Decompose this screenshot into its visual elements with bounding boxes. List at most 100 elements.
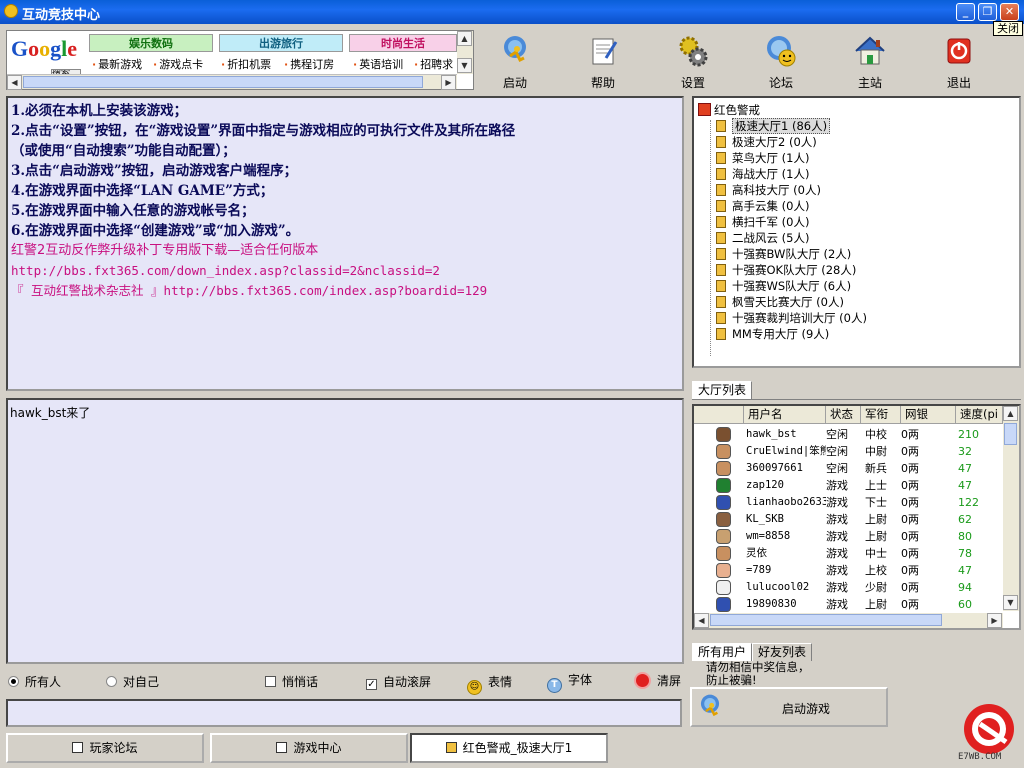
scroll-down-icon[interactable]: ▼ [457,58,472,73]
site-logo[interactable] [962,702,1016,756]
room-tree[interactable]: 红色警戒 极速大厅1 (86人) 极速大厅2 (0人) 菜鸟大厅 (1人) 海战… [692,96,1021,368]
room-item[interactable]: 十强赛裁判培训大厅 (0人) [716,310,867,326]
scroll-left-icon[interactable]: ◀ [7,75,22,90]
scroll-up-icon[interactable]: ▲ [457,31,472,46]
column-header-avatar[interactable] [694,406,744,424]
ad-link[interactable]: 招聘求 [414,56,457,72]
ad-link[interactable]: 游戏点卡 [153,56,203,72]
room-item[interactable]: 高科技大厅 (0人) [716,182,821,198]
announcement-panel[interactable]: 1.必须在本机上安装该游戏； 2.点击“设置”按钮，在“游戏设置”界面中指定与游… [6,96,684,391]
column-header-speed[interactable]: 速度(pi [956,406,1003,424]
user-row[interactable]: 灵依 游戏 中士 0两 78 [694,545,1004,562]
tab-current-room[interactable]: 红色警戒_极速大厅1 [410,733,608,763]
scroll-down-icon[interactable]: ▼ [1003,595,1018,610]
exit-tool-label: 退出 [946,76,971,90]
user-row[interactable]: KL_SKB 游戏 上尉 0两 62 [694,511,1004,528]
emote-button[interactable]: ☺ 表情 [467,674,512,695]
tactics-forum-link[interactable]: 『 互动红警战术杂志社 』http://bbs.fxt365.com/index… [11,281,679,301]
ad-link[interactable]: 英语培训 [353,56,403,72]
autoscroll-checkbox[interactable]: ✓ 自动滚屏 [366,674,431,690]
ad-link[interactable]: 折扣机票 [221,56,271,72]
home-tool-button[interactable]: 主站 [842,34,898,91]
tab-friends[interactable]: 好友列表 [752,643,813,661]
user-list-vertical-scrollbar[interactable]: ▲ ▼ [1003,406,1019,611]
whisper-checkbox[interactable]: 悄悄话 [265,674,318,690]
ad-banner[interactable]: Google 搜索 娱乐数码 出游旅行 时尚生活 最新游戏 游戏点卡 折扣机票 … [6,30,474,90]
tab-player-forum[interactable]: 玩家论坛 [6,733,204,763]
room-item[interactable]: 十强赛WS队大厅 (6人) [716,278,851,294]
font-button[interactable]: T 字体 [547,672,592,693]
user-row[interactable]: hawk_bst 空闲 中校 0两 210 [694,426,1004,443]
start-game-button[interactable]: 启动游戏 [690,687,888,727]
user-row[interactable]: 19890830 游戏 上尉 0两 60 [694,596,1004,613]
user-name: =789 [746,564,772,576]
user-speed: 80 [958,530,972,543]
room-item[interactable]: 高手云集 (0人) [716,198,809,214]
tab-all-users[interactable]: 所有用户 [692,643,753,661]
patch-download-link[interactable]: 红警2互动反作弊升级补丁专用版下载—适合任何版本 [11,241,679,261]
user-row[interactable]: lulucool02 游戏 少尉 0两 94 [694,579,1004,596]
column-header-money[interactable]: 网银 [901,406,956,424]
room-item[interactable]: 菜鸟大厅 (1人) [716,150,809,166]
ad-link[interactable]: 携程订房 [284,56,334,72]
ad-tab-travel[interactable]: 出游旅行 [219,34,343,52]
scroll-right-icon[interactable]: ▶ [987,613,1002,628]
room-item[interactable]: 十强赛BW队大厅 (2人) [716,246,851,262]
room-icon [716,312,726,324]
room-item[interactable]: 极速大厅2 (0人) [716,134,817,150]
instruction-line: 1.必须在本机上安装该游戏； [11,103,188,119]
user-list-horizontal-scrollbar[interactable]: ◀ ▶ [694,613,1003,628]
help-tool-label: 帮助 [590,76,615,90]
scroll-right-icon[interactable]: ▶ [441,75,456,90]
room-item[interactable]: 极速大厅1 (86人) [716,118,831,134]
ad-vertical-scrollbar[interactable]: ▲ ▼ [457,31,473,74]
logo-text: E7WB.COM [958,752,1002,762]
user-avatar-icon [716,580,731,595]
ad-horizontal-scrollbar[interactable]: ◀ ▶ [7,74,457,90]
room-item[interactable]: 十强赛OK队大厅 (28人) [716,262,856,278]
title-bar[interactable]: 互动竞技中心 _ ❐ ✕ [0,0,1024,24]
room-item[interactable]: MM专用大厅 (9人) [716,326,829,342]
tree-root[interactable]: 红色警戒 [698,102,760,118]
user-row[interactable]: zap120 游戏 上士 0两 47 [694,477,1004,494]
scroll-thumb[interactable] [710,614,942,626]
chat-panel[interactable]: hawk_bst来了 [6,398,684,664]
radio-everyone[interactable]: 所有人 [8,674,61,690]
room-item[interactable]: 海战大厅 (1人) [716,166,809,182]
minimize-button[interactable]: _ [956,3,975,21]
forum-tool-button[interactable]: 论坛 [753,34,809,91]
ad-tab-fashion[interactable]: 时尚生活 [349,34,457,52]
exit-tool-button[interactable]: 退出 [931,34,987,91]
clear-screen-button[interactable]: 清屏 [634,672,681,689]
tab-hall-list[interactable]: 大厅列表 [692,381,753,399]
ad-link[interactable]: 最新游戏 [92,56,142,72]
user-row[interactable]: wm=8858 游戏 上尉 0两 80 [694,528,1004,545]
room-item[interactable]: 二战风云 (5人) [716,230,809,246]
user-row[interactable]: 360097661 空闲 新兵 0两 47 [694,460,1004,477]
user-list[interactable]: 用户名 状态 军衔 网银 速度(pi hawk_bst 空闲 中校 0两 210 CruE… [692,404,1021,630]
scroll-left-icon[interactable]: ◀ [694,613,709,628]
google-logo[interactable]: Google [11,36,77,62]
user-row[interactable]: lianhaobo2633 游戏 下士 0两 122 [694,494,1004,511]
radio-self[interactable]: 对自己 [106,674,159,690]
settings-tool-button[interactable]: 设置 [665,34,721,91]
room-item[interactable]: 枫雪天比赛大厅 (0人) [716,294,844,310]
chat-input[interactable] [6,699,682,727]
column-header-status[interactable]: 状态 [826,406,861,424]
column-header-username[interactable]: 用户名 [744,406,826,424]
user-speed: 47 [958,564,972,577]
maximize-button[interactable]: ❐ [978,3,997,21]
column-header-rank[interactable]: 军衔 [861,406,901,424]
close-button[interactable]: ✕ [1000,3,1019,21]
download-url-link[interactable]: http://bbs.fxt365.com/down_index.asp?cla… [11,261,679,281]
help-tool-button[interactable]: 帮助 [575,34,631,91]
scroll-up-icon[interactable]: ▲ [1003,406,1018,421]
room-item[interactable]: 横扫千军 (0人) [716,214,809,230]
scroll-thumb[interactable] [1004,423,1017,445]
tab-game-center[interactable]: 游戏中心 [210,733,408,763]
ad-tab-entertainment[interactable]: 娱乐数码 [89,34,213,52]
user-row[interactable]: CruElwind|笨熊 空闲 中尉 0两 32 [694,443,1004,460]
start-tool-button[interactable]: 启动 [487,34,543,91]
scroll-thumb[interactable] [23,76,423,88]
user-row[interactable]: =789 游戏 上校 0两 47 [694,562,1004,579]
